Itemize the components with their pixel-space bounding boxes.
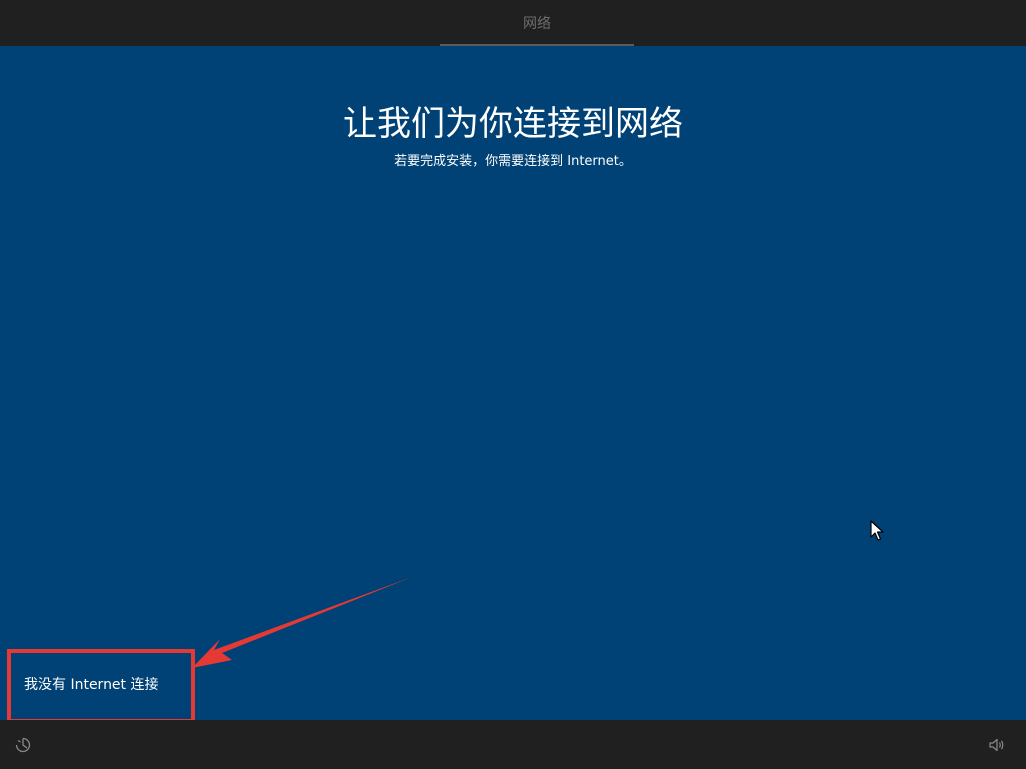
main-content: 让我们为你连接到网络 若要完成安装，你需要连接到 Internet。 我没有 I…	[0, 46, 1026, 723]
volume-icon[interactable]	[988, 736, 1006, 754]
setup-screen: 网络 让我们为你连接到网络 若要完成安装，你需要连接到 Internet。 我没…	[0, 0, 1026, 769]
top-bar: 网络	[0, 0, 1026, 46]
page-title: 让我们为你连接到网络	[343, 104, 683, 144]
page-subtitle: 若要完成安装，你需要连接到 Internet。	[394, 154, 632, 169]
bottom-bar	[0, 720, 1026, 769]
no-internet-connection-link[interactable]: 我没有 Internet 连接	[24, 675, 159, 695]
step-title: 网络	[523, 16, 551, 32]
ease-of-access-icon[interactable]	[14, 736, 32, 754]
mouse-pointer-icon	[870, 520, 884, 541]
annotation-arrow-icon	[192, 577, 412, 668]
